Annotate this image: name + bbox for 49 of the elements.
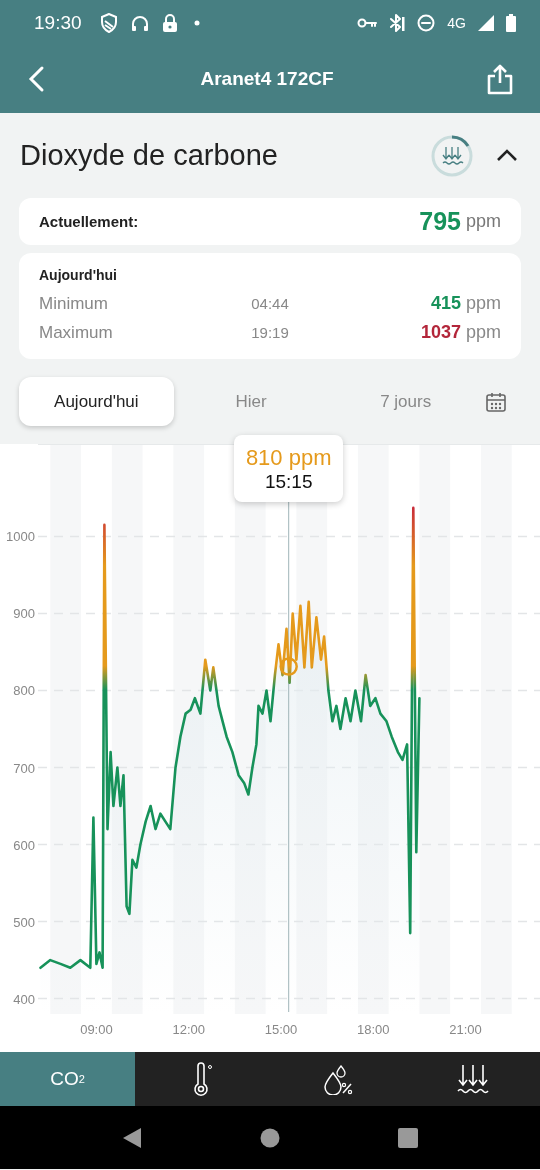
pressure-ring-icon [430, 133, 474, 178]
thermometer-icon [191, 1062, 214, 1096]
x-axis-label: 12:00 [172, 1022, 205, 1037]
unit-label: ppm [466, 293, 501, 313]
y-axis-label: 500 [13, 914, 35, 930]
period-tab[interactable]: 7 jours [328, 377, 483, 426]
data-point-marker [279, 657, 298, 676]
clock-time: 19:30 [34, 11, 82, 34]
home-circle-icon[interactable] [260, 1127, 280, 1148]
headphones-icon [129, 13, 150, 32]
humidity-icon [321, 1063, 354, 1095]
stat-time: 04:44 [250, 295, 290, 312]
y-axis-label: 700 [13, 760, 35, 776]
y-axis-label: 400 [13, 991, 35, 1007]
tooltip-time: 15:15 [264, 470, 313, 493]
y-axis-label: 800 [13, 683, 35, 699]
section-title: Dioxyde de carbone [20, 139, 279, 172]
bluetooth-icon [389, 13, 406, 32]
do-not-disturb-icon [417, 13, 436, 32]
signal-icon [478, 14, 494, 31]
key-icon [357, 16, 378, 29]
current-value: 795 [419, 207, 461, 236]
current-label: Actuellement: [39, 213, 140, 230]
stat-label: Minimum [39, 293, 109, 314]
y-axis-label: 900 [13, 606, 35, 622]
period-tab[interactable]: Aujourd'hui [19, 377, 174, 426]
network-type: 4G [447, 14, 466, 31]
stat-value: 1037 [420, 322, 461, 342]
summary-title: Aujourd'hui [39, 267, 118, 283]
window-title: Aranet4 172CF [199, 68, 335, 90]
x-axis-label: 09:00 [80, 1022, 113, 1037]
battery-icon [506, 13, 516, 32]
unit-label: ppm [466, 211, 501, 232]
y-axis-label: 1000 [6, 529, 35, 545]
period-tab[interactable]: Hier [173, 377, 329, 426]
tooltip-value: 810 ppm [245, 444, 332, 471]
unit-label: ppm [466, 322, 501, 342]
x-axis-label: 18:00 [357, 1022, 390, 1037]
x-axis-label: 21:00 [449, 1022, 482, 1037]
pressure-icon [456, 1063, 489, 1095]
stat-value: 415 [430, 293, 461, 313]
shield-icon [99, 12, 118, 33]
x-axis-label: 15:00 [264, 1022, 298, 1037]
stat-label: Maximum [39, 322, 114, 343]
back-triangle-icon[interactable] [122, 1126, 142, 1149]
lock-icon [161, 12, 178, 33]
y-axis-label: 600 [13, 837, 35, 853]
stat-time: 19:19 [250, 324, 290, 341]
recents-square-icon[interactable] [398, 1127, 418, 1148]
